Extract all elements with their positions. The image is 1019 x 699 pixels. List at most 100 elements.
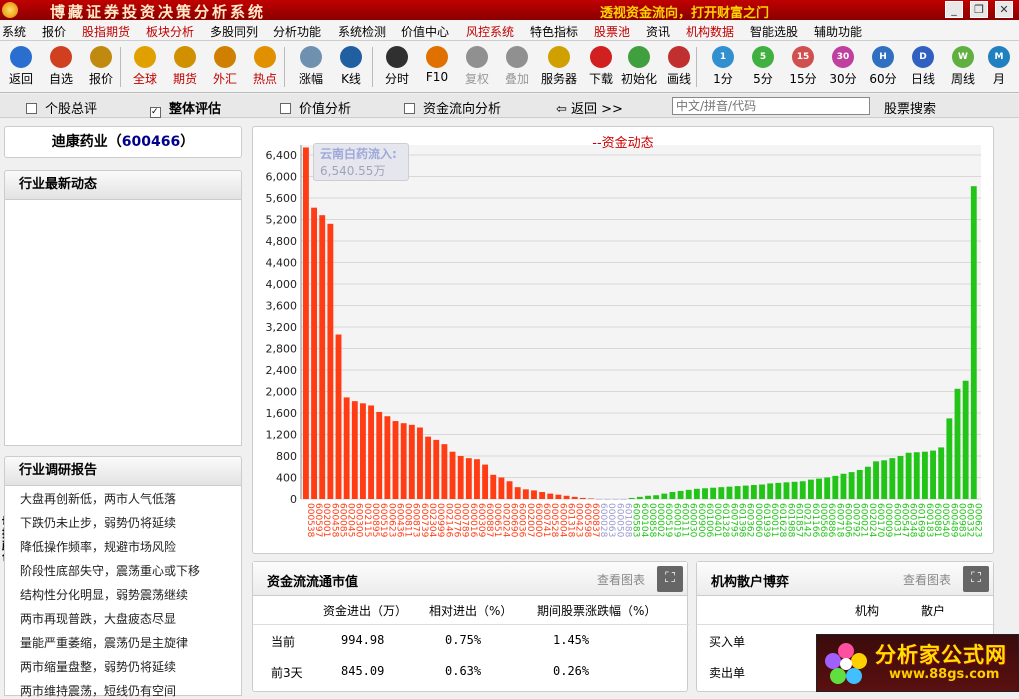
toolbar-button[interactable]: 外汇 [204, 43, 246, 91]
menu-item[interactable]: 多股同列 [210, 23, 258, 40]
back-button[interactable]: ⇦ 返回 >> [556, 98, 623, 117]
divider [253, 624, 689, 625]
y-tick-label: 3,600 [266, 300, 298, 313]
joystick-icon [466, 46, 488, 68]
report-item[interactable]: 两市缩量盘整，弱势仍将延续 [20, 658, 176, 675]
bar [417, 427, 423, 499]
bar [897, 456, 904, 499]
toolbar-button[interactable]: K线 [330, 43, 372, 91]
research-report-header: 行业调研报告 [4, 456, 242, 486]
overlay-icon [506, 46, 528, 68]
doc-icon [404, 103, 415, 114]
bar [474, 459, 480, 499]
menu-item[interactable]: 股票池 [594, 23, 630, 40]
toolbar-label: 分时 [384, 72, 409, 86]
menu-item[interactable]: 风控系统 [466, 23, 514, 40]
toolbar-button[interactable]: 期货 [164, 43, 206, 91]
toolbar-button[interactable]: 30 30分 [822, 43, 864, 91]
menu-item[interactable]: 分析功能 [273, 23, 321, 40]
bar [571, 496, 578, 499]
1-min-icon: 1 [712, 46, 734, 68]
toolbar-label: 期货 [172, 72, 197, 86]
toolbar-label: 外汇 [212, 72, 237, 86]
toolbar-button[interactable]: 返回 [0, 43, 42, 91]
bar [807, 479, 814, 499]
toolbar-button[interactable]: 热点 [244, 43, 286, 91]
toolbar-button[interactable]: M月 [978, 43, 1019, 91]
toolbar-button[interactable]: 全球 [124, 43, 166, 91]
app-slogan: 透视资金流向，打开财富之门 [600, 6, 770, 21]
menu-item[interactable]: 价值中心 [401, 23, 449, 40]
app-title: 博藏证券投资决策分析系统 [50, 3, 267, 21]
report-item[interactable]: 量能严重萎缩，震荡仍是主旋律 [20, 634, 188, 651]
ad-url: www.88gs.com [889, 667, 1000, 682]
bar [783, 482, 790, 499]
doc-icon [26, 103, 37, 114]
toolbar-button[interactable]: 下载 [580, 43, 622, 91]
menu-item[interactable]: 特色指标 [530, 23, 578, 40]
menu-item[interactable]: 系统检测 [338, 23, 386, 40]
toolbar-button[interactable]: F10 [416, 43, 458, 91]
stock-search-button[interactable]: 股票搜索 [884, 98, 936, 117]
report-item[interactable]: 结构性分化明显，弱势震荡继续 [20, 586, 188, 603]
report-item[interactable]: 两市维持震荡，短线仍有空间 [20, 682, 176, 699]
toolbar-button[interactable]: 涨幅 [290, 43, 332, 91]
toolbar-button[interactable]: H 60分 [862, 43, 904, 91]
report-item[interactable]: 两市再现普跌，大盘疲态尽显 [20, 610, 176, 627]
toolbar-button[interactable]: 服务器 [538, 43, 580, 91]
tab-fund-flow-analysis[interactable]: 资金流向分析 [404, 98, 501, 117]
toolbar-button[interactable]: 报价 [80, 43, 122, 91]
report-item[interactable]: 下跌仍未止步，弱势仍将延续 [20, 514, 176, 531]
toolbar-label: 5分 [753, 72, 773, 86]
view-chart-link[interactable]: 查看图表 [597, 571, 645, 588]
toolbar-button[interactable]: 1 1分 [702, 43, 744, 91]
expand-icon[interactable]: ⛶ [657, 566, 683, 592]
toolbar-button[interactable]: 分时 [376, 43, 418, 91]
tab-value-analysis[interactable]: 价值分析 [280, 98, 351, 117]
minimize-icon[interactable]: _ [945, 1, 963, 18]
report-item[interactable]: 阶段性底部失守，震荡重心或下移 [20, 562, 200, 579]
close-icon[interactable]: ✕ [995, 1, 1013, 18]
dollar-icon [90, 46, 112, 68]
report-item[interactable]: 大盘再创新低，两市人气低落 [20, 490, 176, 507]
menu-item[interactable]: 系统 [2, 23, 26, 40]
view-chart-link[interactable]: 查看图表 [903, 571, 951, 588]
toolbar-label: 热点 [252, 72, 277, 86]
menu-item[interactable]: 辅助功能 [814, 23, 862, 40]
bar [864, 466, 871, 499]
toolbar-button[interactable]: 画线 [658, 43, 700, 91]
tab-stock-overview[interactable]: 个股总评 [26, 98, 97, 117]
menu-item[interactable]: 股指期货 [82, 23, 130, 40]
bar [718, 487, 725, 499]
bar [628, 497, 635, 499]
toolbar-button[interactable]: 15 15分 [782, 43, 824, 91]
toolbar-button[interactable]: 叠加 [496, 43, 538, 91]
check-icon: ✓ [150, 107, 161, 118]
bar [905, 452, 912, 499]
menu-item[interactable]: 板块分析 [146, 23, 194, 40]
toolbar-label: 自选 [48, 72, 73, 86]
stock-search-input[interactable] [672, 97, 870, 115]
bar [441, 444, 448, 499]
bar [848, 472, 855, 499]
menu-item[interactable]: 机构数据 [686, 23, 734, 40]
toolbar-button[interactable]: D 日线 [902, 43, 944, 91]
menu-item[interactable]: 报价 [42, 23, 66, 40]
row-relative: 0.63% [445, 664, 482, 678]
bar [970, 186, 977, 500]
menu-item[interactable]: 资讯 [646, 23, 670, 40]
toolbar-button[interactable]: 自选 [40, 43, 82, 91]
maximize-icon[interactable]: ❐ [970, 1, 988, 18]
menu-item[interactable]: 智能选股 [750, 23, 798, 40]
toolbar-button[interactable]: 复权 [456, 43, 498, 91]
toolbar-button[interactable]: 5 5分 [742, 43, 784, 91]
expand-icon[interactable]: ⛶ [963, 566, 989, 592]
bar [759, 484, 765, 499]
toolbar-label: 日线 [910, 72, 935, 86]
toolbar-button[interactable]: 初始化 [618, 43, 660, 91]
bar [392, 421, 399, 499]
bar [653, 495, 660, 499]
tab-overall-evaluation[interactable]: ✓ 整体评估 [150, 98, 221, 118]
15-min-icon: 15 [792, 46, 814, 68]
report-item[interactable]: 降低操作频率，规避市场风险 [20, 538, 176, 555]
